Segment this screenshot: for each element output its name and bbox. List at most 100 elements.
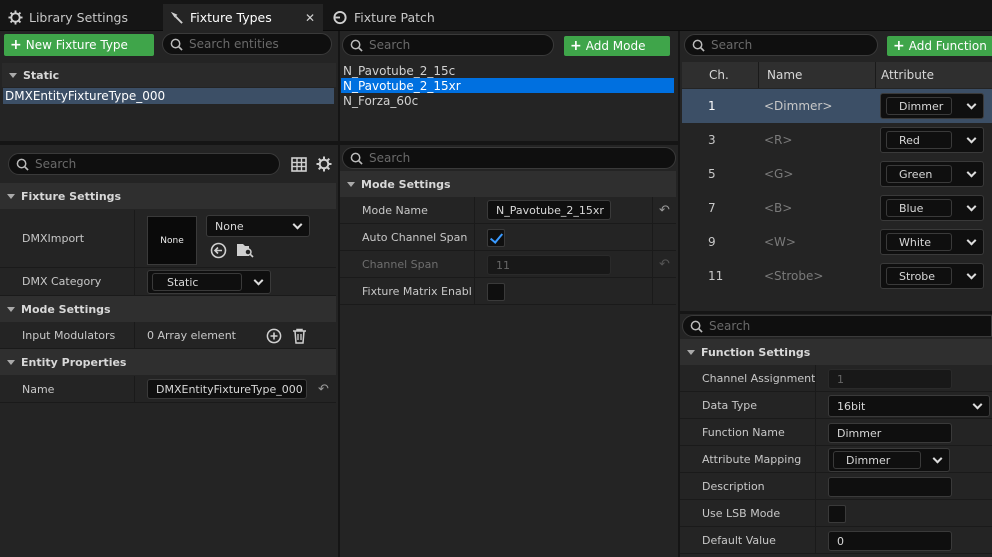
search-icon [16, 158, 29, 171]
mode-list-item[interactable]: N_Pavotube_2_15c [341, 63, 674, 78]
function-name: <R> [764, 133, 793, 147]
channel-number: 1 [708, 99, 716, 113]
mode-details-search-input[interactable]: Search [342, 147, 676, 169]
auto-channel-span-checkbox[interactable] [487, 229, 505, 247]
description-label: Description [702, 479, 765, 493]
category-header[interactable]: Static [2, 63, 336, 87]
channel-assignment-field: 1 [828, 369, 952, 389]
tab-fixture-types[interactable]: Fixture Types ✕ [163, 4, 323, 31]
combo-value: Static [167, 275, 199, 289]
field-value: 1 [837, 372, 844, 386]
add-mode-button[interactable]: + Add Mode [564, 36, 670, 56]
chevron-down-icon [932, 453, 943, 464]
reset-icon[interactable]: ↶ [318, 382, 329, 397]
plus-icon: + [10, 37, 22, 53]
data-type-combo[interactable]: 16bit [828, 395, 990, 417]
new-fixture-type-button[interactable]: + New Fixture Type [4, 34, 154, 56]
function-name: <G> [764, 167, 794, 181]
field-value: Dimmer [837, 426, 882, 440]
function-settings-header[interactable]: Function Settings [680, 339, 992, 365]
asset-thumbnail[interactable]: None [147, 216, 197, 265]
channel-span-field: 11 [487, 255, 611, 275]
combo-value: Dimmer [846, 453, 891, 467]
dmx-category-combo[interactable]: Static [147, 270, 271, 294]
entity-properties-header[interactable]: Entity Properties [0, 349, 336, 375]
function-search-input[interactable]: Search [684, 34, 878, 56]
field-value: 0 [837, 534, 844, 548]
attribute-combo[interactable]: White [880, 229, 984, 255]
search-entities-input[interactable]: Search entities [162, 33, 332, 55]
mode-settings-header[interactable]: Mode Settings [340, 171, 676, 197]
function-row[interactable]: 1 <Dimmer> Dimmer [682, 89, 992, 123]
details-search-input[interactable]: Search [8, 153, 280, 175]
attribute-value: Dimmer [886, 97, 952, 115]
mode-search-input[interactable]: Search [342, 34, 554, 56]
mode-name-field[interactable]: N_Pavotube_2_15xr [487, 200, 611, 220]
thumbnail-label: None [160, 235, 184, 246]
plus-icon: + [893, 38, 905, 54]
tab-label: Fixture Patch [354, 10, 435, 25]
array-count: 0 Array element [147, 328, 236, 342]
mode-settings-header[interactable]: Mode Settings [0, 296, 336, 322]
function-row[interactable]: 5 <G> Green [682, 157, 992, 191]
reset-icon[interactable]: ↶ [659, 203, 670, 218]
search-icon [350, 152, 363, 165]
settings-gear-icon[interactable] [316, 156, 332, 172]
category-value-box: Static [152, 273, 242, 291]
search-icon [170, 38, 183, 51]
dmx-import-combo[interactable]: None [206, 215, 310, 237]
entity-item[interactable]: DMXEntityFixtureType_000 [3, 88, 334, 104]
search-icon [690, 320, 703, 333]
function-row[interactable]: 9 <W> White [682, 225, 992, 259]
attribute-combo[interactable]: Strobe [880, 263, 984, 289]
description-field[interactable] [828, 477, 952, 497]
add-element-icon[interactable] [266, 328, 282, 344]
close-icon[interactable]: ✕ [305, 11, 315, 25]
search-placeholder: Search [709, 319, 751, 333]
channel-number: 3 [708, 133, 716, 147]
attribute-combo[interactable]: Red [880, 127, 984, 153]
function-row[interactable]: 3 <R> Red [682, 123, 992, 157]
default-value-field[interactable]: 0 [828, 531, 952, 551]
fixture-settings-header[interactable]: Fixture Settings [0, 183, 336, 209]
use-lsb-checkbox[interactable] [828, 505, 846, 523]
chevron-down-icon [966, 167, 977, 178]
table-view-icon[interactable] [291, 157, 307, 172]
column-name: Name [767, 68, 803, 82]
use-selected-icon[interactable] [210, 242, 227, 259]
fixture-matrix-checkbox[interactable] [487, 283, 505, 301]
input-modulators-row: Input Modulators 0 Array element [0, 322, 336, 349]
tab-fixture-patch[interactable]: Fixture Patch [326, 4, 486, 31]
browse-asset-icon[interactable] [236, 241, 254, 259]
attribute-combo[interactable]: Blue [880, 195, 984, 221]
collapse-icon [7, 193, 15, 199]
attribute-combo[interactable]: Dimmer [880, 93, 984, 119]
fixture-matrix-row: Fixture Matrix Enabl... [340, 278, 676, 305]
button-label: New Fixture Type [25, 38, 128, 52]
tab-library-settings[interactable]: Library Settings [2, 4, 160, 31]
entity-name-field[interactable]: DMXEntityFixtureType_000 [147, 379, 307, 399]
function-name-field[interactable]: Dimmer [828, 423, 952, 443]
function-row[interactable]: 11 <Strobe> Strobe [682, 259, 992, 293]
search-placeholder: Search [35, 157, 77, 171]
add-function-button[interactable]: + Add Function [887, 36, 992, 56]
collapse-icon [347, 181, 355, 187]
attribute-mapping-label: Attribute Mapping [702, 452, 802, 466]
function-details-search-input[interactable]: Search [682, 315, 992, 337]
function-row[interactable]: 7 <B> Blue [682, 191, 992, 225]
search-icon [692, 39, 705, 52]
chevron-down-icon [253, 275, 264, 286]
field-value: DMXEntityFixtureType_000 [156, 382, 303, 396]
trash-icon[interactable] [292, 328, 307, 344]
column-attribute: Attribute [881, 68, 934, 82]
dmx-category-label: DMX Category [22, 275, 102, 288]
channel-table-header: Ch. Name Attribute [682, 62, 992, 88]
attribute-combo[interactable]: Green [880, 161, 984, 187]
attribute-mapping-combo[interactable]: Dimmer [828, 448, 950, 472]
chevron-down-icon [966, 269, 977, 280]
mode-list-item-selected[interactable]: N_Pavotube_2_15xr [341, 78, 674, 93]
mode-list-item[interactable]: N_Forza_60c [341, 93, 674, 108]
chevron-down-icon [966, 235, 977, 246]
tab-bar: Library Settings Fixture Types ✕ Fixture… [0, 0, 992, 31]
category-label: Static [23, 68, 60, 82]
